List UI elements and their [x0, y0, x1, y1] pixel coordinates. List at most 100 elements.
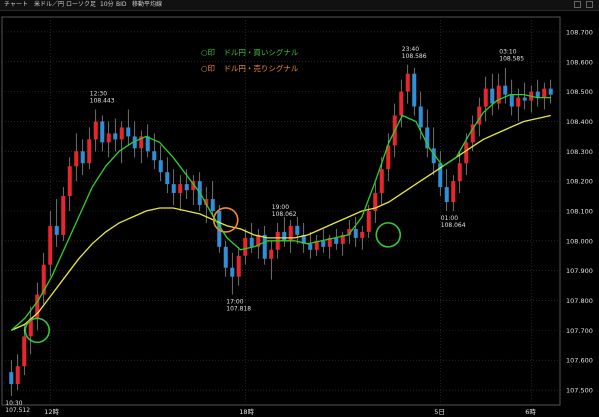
window-toolbar: チャート 米ドル／円 ローソク足 10分 BID 移動平均線 [0, 0, 599, 11]
y-tick-label: 108.400 [566, 118, 593, 126]
candle-body [360, 231, 365, 238]
legend-sell: ○印 ドル円・売りシグナル [201, 64, 298, 74]
tab-instrument[interactable]: 米ドル／円 [34, 0, 64, 10]
candle-body [516, 97, 521, 107]
candle-body [405, 73, 410, 92]
candle-body [451, 181, 456, 203]
candle-body [490, 88, 495, 104]
signal-circles [24, 207, 402, 344]
candle-body [542, 88, 547, 98]
x-tick-label: 5日 [434, 408, 445, 416]
legend-sell-mark: ○印 [201, 64, 216, 73]
y-tick-label: 107.900 [566, 267, 593, 275]
legend-buy-text: ドル円・買いシグナル [223, 48, 299, 57]
minimize-icon[interactable] [574, 1, 581, 8]
x-tick-label: 12時 [44, 408, 59, 416]
candle-body [444, 187, 449, 203]
x-tick-label: 6時 [525, 408, 536, 416]
y-tick-label: 108.100 [566, 208, 593, 216]
annotation-price: 108.443 [90, 98, 115, 105]
candle-body [165, 172, 170, 185]
y-tick-label: 107.800 [566, 297, 593, 305]
tab-candle-type[interactable]: ローソク足 [66, 0, 96, 10]
candle-body [74, 151, 79, 167]
candle-body [230, 267, 235, 277]
y-tick-label: 107.600 [566, 357, 593, 365]
annotation-price: 108.064 [441, 222, 466, 229]
candle-body [399, 91, 404, 116]
candle-body [366, 211, 371, 232]
candle-body [236, 255, 241, 277]
candle-body [223, 246, 228, 268]
candle-body [269, 249, 274, 259]
candle-body [288, 225, 293, 241]
annotation-time: 17:00 [226, 299, 243, 306]
close-icon[interactable] [586, 1, 593, 8]
tab-indicator[interactable]: 移動平均線 [132, 0, 162, 10]
candle-body [178, 184, 183, 194]
candle-body [171, 184, 176, 194]
candle-body [249, 237, 254, 247]
candle-body [522, 97, 527, 101]
chart-window: 108.700 108.600 108.500 108.400 108.300 108.2… [0, 0, 599, 417]
candle-body [509, 94, 514, 107]
candle-body [106, 133, 111, 143]
candle-body [379, 169, 384, 194]
candle-body [93, 121, 98, 140]
candlestick-chart: 108.700 108.600 108.500 108.400 108.300 108.2… [1, 16, 593, 416]
annotation-time: 10:30 [5, 400, 22, 407]
candle-body [113, 133, 118, 140]
annotation-price: 108.586 [402, 53, 427, 60]
annotation-price: 107.512 [5, 407, 30, 414]
candle-body [308, 243, 313, 250]
candle-body [80, 151, 85, 164]
candle-body [418, 106, 423, 128]
candle-body [334, 237, 339, 244]
annotation-price: 108.585 [499, 56, 524, 63]
candles [9, 64, 553, 397]
candle-body [119, 127, 124, 140]
candle-body [126, 127, 131, 137]
y-tick-label: 108.300 [566, 148, 593, 156]
candle-body [22, 336, 27, 367]
annotation-price: 107.818 [226, 306, 251, 313]
candle-body [15, 366, 20, 385]
candle-body [503, 85, 508, 95]
candle-body [145, 136, 150, 152]
tab-chart[interactable]: チャート [4, 0, 28, 10]
candle-body [321, 240, 326, 247]
candle-body [483, 88, 488, 107]
tab-timeframe[interactable]: 10分 [100, 0, 114, 10]
candle-body [548, 88, 553, 95]
x-axis-labels: 12時 18時 5日 6時 [44, 408, 536, 416]
candle-body [457, 163, 462, 182]
y-tick-label: 108.600 [566, 58, 593, 66]
candle-body [61, 196, 66, 235]
candle-body [158, 160, 163, 173]
y-tick-label: 108.700 [566, 28, 593, 36]
annotation-time: 01:00 [441, 215, 458, 222]
ma-long-line [11, 114, 551, 331]
legend-buy-mark: ○印 [201, 48, 216, 57]
candle-body [535, 91, 540, 98]
candle-body [353, 228, 358, 238]
candle-body [464, 142, 469, 164]
x-tick-label: 18時 [239, 408, 254, 416]
y-tick-label: 107.700 [566, 327, 593, 335]
annotation-time: 19:00 [272, 204, 289, 211]
candle-body [295, 225, 300, 235]
candle-body [100, 121, 105, 143]
candle-body [282, 231, 287, 241]
y-tick-label: 108.500 [566, 88, 593, 96]
candle-body [54, 225, 59, 235]
legend-buy: ○印 ドル円・買いシグナル [201, 48, 298, 58]
tab-price-type[interactable]: BID [116, 0, 127, 10]
buy-signal-circle [375, 222, 402, 248]
candle-body [243, 237, 248, 256]
annotation-time: 03:10 [499, 49, 516, 56]
y-tick-label: 107.500 [566, 387, 593, 395]
candle-body [184, 184, 189, 191]
annotation-time: 23:40 [402, 46, 419, 53]
y-axis-labels: 108.700 108.600 108.500 108.400 108.300 108.2… [566, 28, 593, 394]
annotation-price: 108.062 [272, 211, 297, 218]
